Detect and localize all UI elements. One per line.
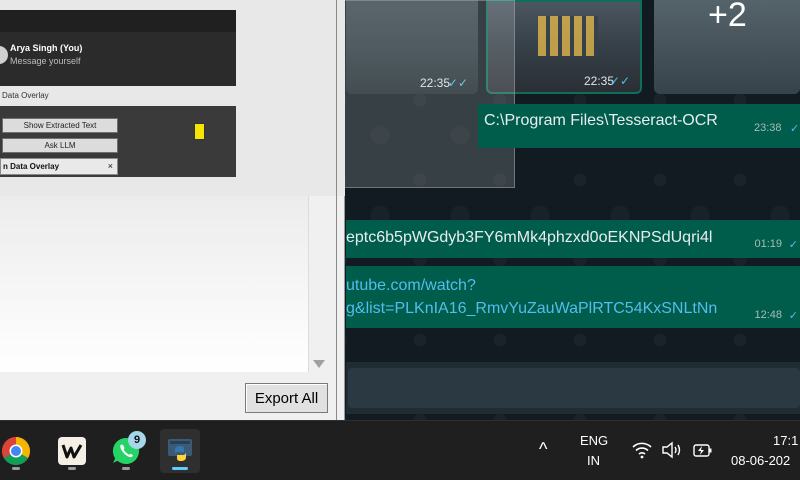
sent-tick-icon: ✓ (790, 123, 800, 135)
sent-tick-icon: ✓ (788, 310, 798, 322)
python-app-window: Arya Singh (You) Message yourself Data O… (0, 0, 345, 420)
message-link-line-2[interactable]: g&list=PLKnIA16_RmvYuZauWaPlRTC54KxSNLtN… (346, 300, 717, 318)
highlight-marker (194, 123, 205, 140)
screenshot-preview: Arya Singh (You) Message yourself Data O… (0, 0, 345, 196)
active-indicator (172, 467, 188, 470)
running-indicator (12, 467, 20, 470)
clock-time[interactable]: 17:1 (773, 433, 798, 448)
close-icon: × (107, 161, 113, 171)
language-indicator-bottom[interactable]: IN (587, 453, 600, 468)
wifi-icon[interactable] (632, 441, 652, 459)
taskbar-python[interactable] (160, 429, 200, 473)
notification-badge: 9 (128, 431, 146, 449)
message-time: 01:19 (754, 238, 782, 250)
clock-date[interactable]: 08-06-202 (731, 453, 790, 468)
vertical-scrollbar[interactable] (308, 196, 328, 372)
winget-w-icon (58, 437, 86, 465)
scroll-down-icon[interactable] (313, 360, 325, 368)
export-all-button[interactable]: Export All (245, 383, 328, 413)
preview-contact-name: Arya Singh (You) (10, 43, 83, 53)
windows-taskbar: 9 ^ ENG IN 17:1 08-06-202 (0, 420, 800, 480)
preview-titlebar (0, 10, 236, 32)
battery-charging-icon[interactable] (692, 441, 714, 459)
message-text: eptc6b5pWGdyb3FY6mMk4phzxd0oEKNPSdUqri4l (346, 229, 713, 246)
message-bubble-link[interactable]: utube.com/watch? g&list=PLKnIA16_RmvYuZa… (346, 266, 800, 328)
taskbar-whatsapp[interactable]: 9 (106, 429, 146, 473)
preview-overlay-title: n Data Overlay (3, 162, 60, 171)
language-indicator-top[interactable]: ENG (580, 433, 608, 448)
chrome-icon (2, 437, 30, 465)
preview-chat-header: Arya Singh (You) Message yourself (0, 10, 236, 86)
message-text: C:\Program Files\Tesseract-OCR (484, 112, 718, 129)
volume-icon[interactable] (661, 441, 683, 459)
results-list[interactable] (0, 196, 328, 372)
show-extracted-text-button: Show Extracted Text (2, 118, 118, 133)
running-indicator (122, 467, 130, 470)
show-hidden-icons-chevron[interactable]: ^ (539, 439, 547, 460)
python-icon (168, 439, 192, 461)
message-link-line-1[interactable]: utube.com/watch? (346, 277, 476, 295)
read-tick-icon: ✓✓ (609, 74, 630, 88)
preview-overlay-titlebar: n Data Overlay × (0, 158, 118, 175)
preview-contact-sub: Message yourself (10, 56, 81, 66)
message-bubble-key[interactable]: eptc6b5pWGdyb3FY6mMk4phzxd0oEKNPSdUqri4l… (346, 220, 800, 258)
preview-section-label: Data Overlay (2, 91, 49, 100)
message-time: 23:38 (754, 122, 782, 134)
ask-llm-button: Ask LLM (2, 138, 118, 153)
message-time: 12:48 (754, 309, 782, 321)
image-thumbnail-more[interactable]: +2 (654, 0, 800, 94)
message-input[interactable] (348, 368, 800, 408)
message-compose-bar (346, 362, 800, 414)
avatar (0, 46, 8, 64)
taskbar-w-app[interactable] (52, 429, 92, 473)
taskbar-chrome[interactable] (0, 429, 36, 473)
sent-tick-icon: ✓ (788, 239, 798, 251)
more-images-count: +2 (708, 0, 747, 34)
running-indicator (68, 467, 76, 470)
window-divider (336, 0, 337, 420)
